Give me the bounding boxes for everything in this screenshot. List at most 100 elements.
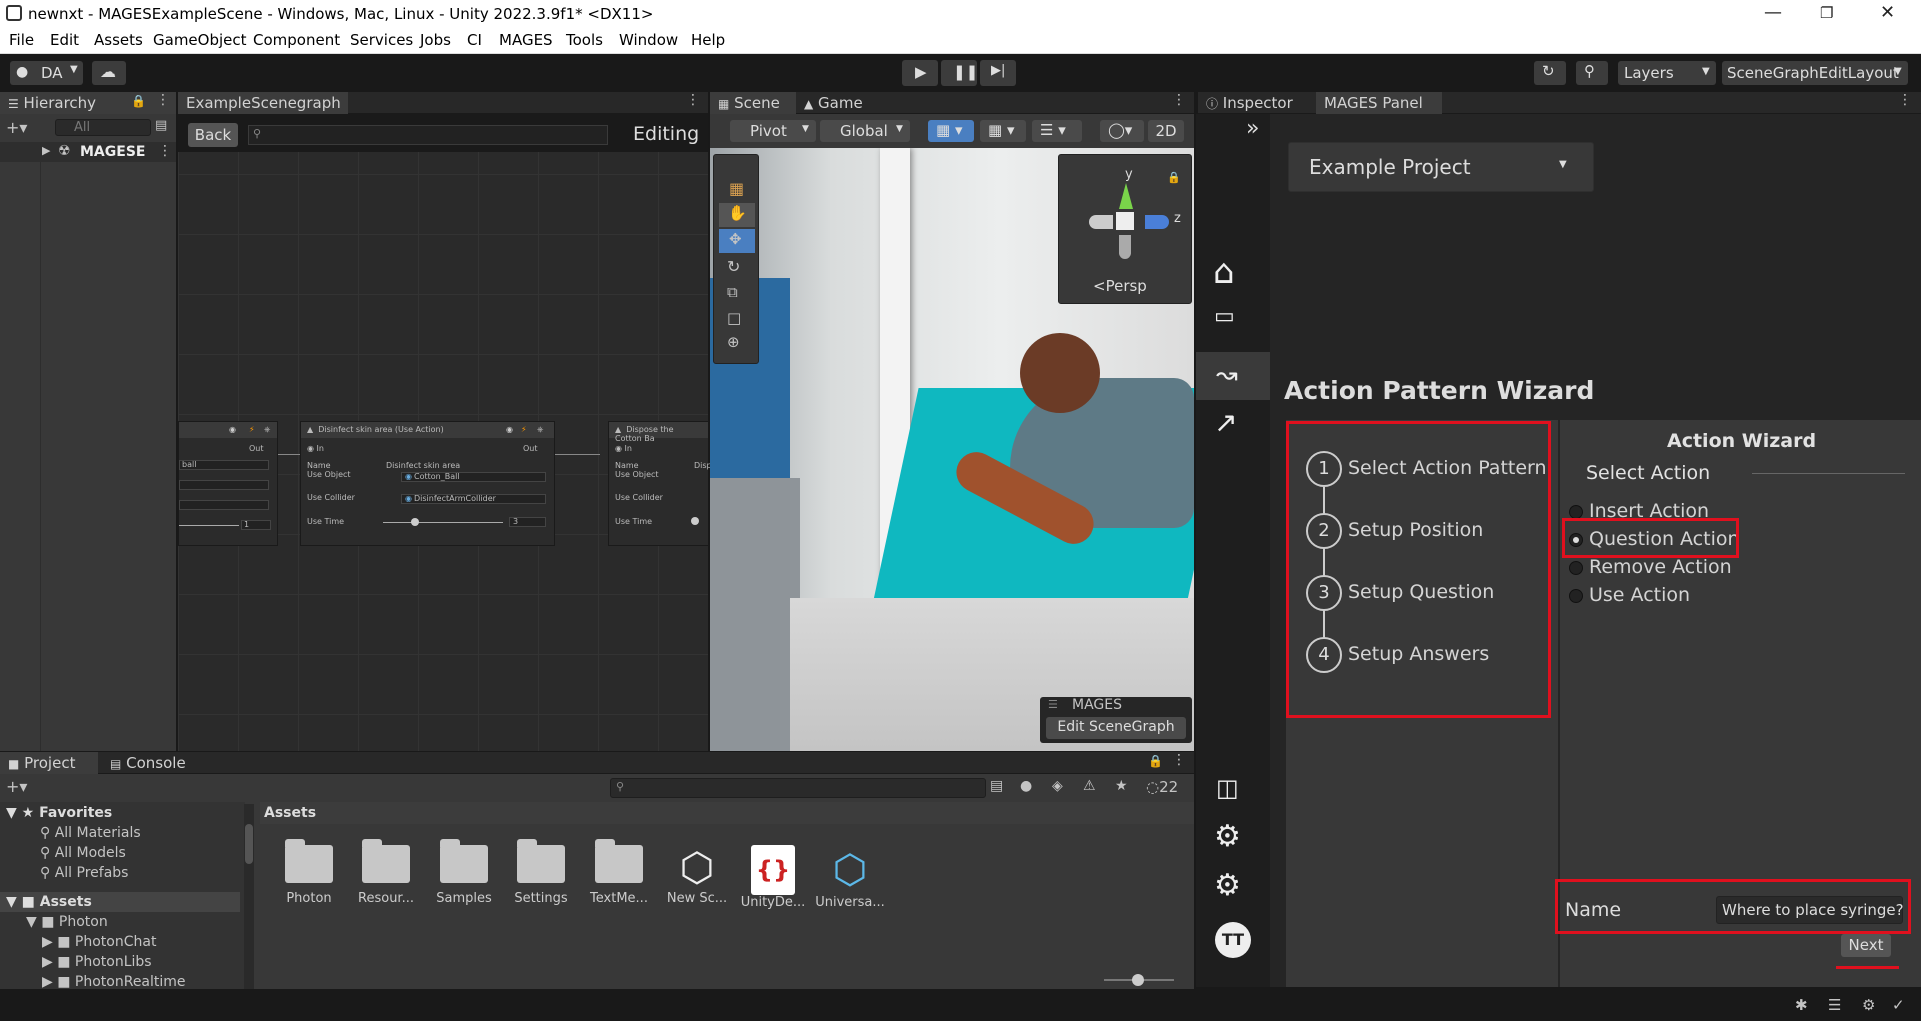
menu-edit[interactable]: Edit [50,31,79,49]
slider-handle[interactable] [411,518,419,526]
asset-textmeshpro[interactable]: TextMe... [584,839,654,906]
asset-samples[interactable]: Samples [429,839,499,906]
tree-scrollbar[interactable] [244,804,254,989]
restore-icon[interactable]: ❐ [1820,4,1833,22]
tab-mages-panel[interactable]: MAGES Panel [1316,92,1442,114]
scenegraph-canvas[interactable]: Back ⚲ Editing ◉ ⚡ ⎈ Out ball 1 ▲ Disinf… [178,114,712,751]
radio-use-action[interactable] [1569,589,1583,603]
vr-headset-icon[interactable]: ▭ [1214,304,1235,329]
2d-toggle[interactable]: 2D [1148,120,1184,142]
home-icon[interactable]: ⌂ [1213,252,1235,292]
kebab-menu-icon[interactable]: ⋮ [1172,92,1186,108]
menu-ci[interactable]: CI [467,31,482,49]
tab-inspector[interactable]: ⓘ Inspector [1198,92,1314,114]
tab-scene[interactable]: ▦ Scene [710,92,796,114]
build-settings-icon[interactable]: ⚙ [1214,819,1241,854]
radio-remove-action[interactable] [1569,561,1583,575]
node-field[interactable]: ◉ Cotton_Ball [401,472,546,482]
tree-item-photon[interactable]: ▼ ■ Photon [26,914,108,930]
cube-icon[interactable]: ▦ [729,179,744,198]
gizmos-button[interactable]: ☰ ▾ [1032,120,1082,142]
radio-insert-action[interactable] [1569,505,1583,519]
code-hand-icon[interactable]: ◫ [1216,774,1239,802]
scenegraph-node-dispose[interactable]: ▲ Dispose the Cotton Ba ◉ In Name Disp U… [608,421,712,546]
asset-unitydefaults[interactable]: {} UnityDe... [738,845,808,910]
scenegraph-search-input[interactable]: ⚲ [248,125,608,145]
slider-handle[interactable] [691,517,699,525]
transform-icon[interactable]: ⊕ [727,333,740,351]
collapse-icon[interactable]: ▲ [615,425,621,434]
kebab-menu-icon[interactable]: ⋮ [686,92,700,108]
stack-icon[interactable]: ☰ [1828,996,1841,1014]
link-icon[interactable]: ⎈ [264,425,270,435]
menu-assets[interactable]: Assets [94,31,143,49]
minimize-icon[interactable]: — [1764,2,1782,23]
tree-item-photonlibs[interactable]: ▶ ■ PhotonLibs [42,954,152,970]
bolt-icon[interactable]: ⚡ [521,425,527,434]
scene-view[interactable]: Pivot ▼ Global ▼ ▦ ▾ ▦ ▾ ☰ ▾ ◯▾ 2D ▦ ✋ ✥ ↻… [710,114,1194,751]
sidebar-item-scenegraph[interactable]: ↝ [1196,352,1270,400]
search-scope-icon[interactable]: ▤ [990,778,1003,794]
scrollbar-thumb[interactable] [245,824,253,864]
lock-icon[interactable]: 🔒 [1148,754,1163,768]
pivot-dropdown[interactable]: Pivot ▼ [730,120,816,142]
asset-universal[interactable]: ⬡ Universa... [815,845,885,910]
back-button[interactable]: Back [188,123,238,147]
step-button[interactable]: ▶| [980,60,1016,86]
persp-label[interactable]: <Persp [1093,277,1147,295]
project-dropdown[interactable]: Example Project ▼ [1288,142,1594,192]
kebab-menu-icon[interactable]: ⋮ [1898,92,1912,108]
kebab-menu-icon[interactable]: ⋮ [156,92,170,108]
menu-window[interactable]: Window [619,31,678,49]
assets-header-label[interactable]: Assets [264,805,316,821]
menu-gameobject[interactable]: GameObject [153,31,247,49]
node-field[interactable] [179,480,269,490]
slider-track[interactable] [383,522,503,523]
fav-all-models[interactable]: ⚲ All Models [40,845,126,861]
kebab-menu-icon[interactable]: ⋮ [1172,752,1186,768]
scale-icon[interactable]: ⧉ [727,283,738,301]
asset-resources[interactable]: Resour... [351,839,421,906]
node-field[interactable]: ball [179,460,269,470]
tree-item-photonrealtime[interactable]: ▶ ■ PhotonRealtime [42,974,186,988]
layers-dropdown[interactable]: Layers ▼ [1618,61,1716,85]
move-tool[interactable]: ✥ [719,229,755,253]
rect-icon[interactable]: □ [727,309,741,327]
draw-mode-button[interactable]: ◯▾ [1100,120,1144,142]
warning-icon[interactable]: ⚠ [1083,778,1096,794]
tab-game[interactable]: ▲ Game [796,92,882,114]
cloud-button[interactable]: ☁ [92,61,126,85]
tree-item-photonchat[interactable]: ▶ ■ PhotonChat [42,934,156,950]
tree-item-assets[interactable]: ▼ ■ Assets [0,892,240,912]
option-use-action[interactable]: Use Action [1589,584,1690,606]
menu-help[interactable]: Help [691,31,725,49]
node-field[interactable]: 3 [509,517,546,527]
link-icon[interactable]: ⎈ [537,425,543,435]
close-icon[interactable]: ✕ [1880,2,1895,23]
favorites-header[interactable]: ▼ ★ Favorites [6,805,112,821]
play-button[interactable]: ▶ [902,60,938,86]
global-dropdown[interactable]: Global ▼ [820,120,910,142]
menu-jobs[interactable]: Jobs [420,31,451,49]
gear-icon[interactable]: ⚙ [1214,868,1241,903]
collapse-icon[interactable]: ▲ [307,425,313,434]
add-icon[interactable]: +▾ [6,118,27,137]
filter-type-icon[interactable]: ● [1020,778,1032,794]
hidden-packages-icon[interactable]: ◌22 [1146,778,1178,796]
asset-photon[interactable]: Photon [274,839,344,906]
scenegraph-node-disinfect[interactable]: ▲ Disinfect skin area (Use Action) ◉ ⚡ ⎈… [300,421,555,546]
lock-icon[interactable]: 🔒 [1167,171,1181,184]
collapse-sidebar-icon[interactable]: » [1246,116,1259,141]
menu-services[interactable]: Services [350,31,413,49]
history-button[interactable]: ↻ [1534,61,1566,85]
node-field[interactable]: ◉ DisinfectArmCollider [401,494,546,504]
fav-all-materials[interactable]: ⚲ All Materials [40,825,141,841]
slider-handle[interactable] [1132,974,1144,986]
bug-icon[interactable]: ✱ [1795,996,1808,1014]
search-scene-icon[interactable]: ▤ [155,118,167,133]
pause-button[interactable]: ❚❚ [941,60,978,86]
drag-handle-icon[interactable]: ☰ [1048,698,1058,711]
lock-icon[interactable]: 🔒 [131,94,146,108]
settings-icon[interactable]: ⚙ [1862,996,1875,1014]
menu-tools[interactable]: Tools [566,31,603,49]
